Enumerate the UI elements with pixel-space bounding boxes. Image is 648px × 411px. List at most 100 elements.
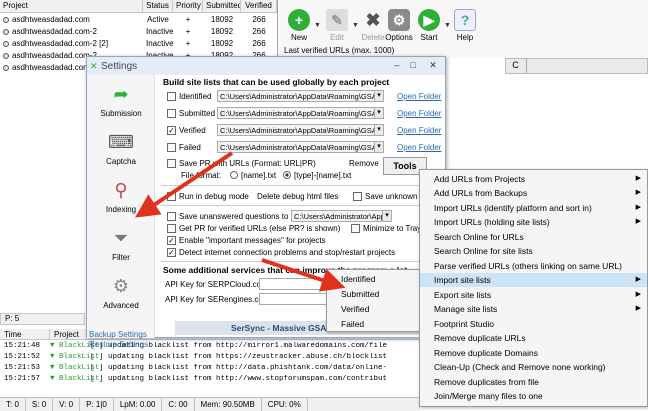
verified-path[interactable]: C:\Users\Administrator\AppData\Roaming\G…	[217, 124, 375, 136]
open-folder-link[interactable]: Open Folder	[397, 109, 441, 118]
col-submitted[interactable]: Submitted	[203, 0, 241, 12]
col-priority[interactable]: Priority	[173, 0, 203, 12]
sidebar-item-captcha[interactable]: ⌨ Captcha	[87, 129, 155, 167]
project-name: asdhtweasdadad.com-2	[12, 26, 97, 36]
col-project[interactable]: Project	[50, 329, 90, 339]
play-icon: ▶	[418, 9, 440, 31]
chevron-down-icon[interactable]: ▾	[374, 90, 384, 102]
chevron-down-icon[interactable]: ▾	[374, 124, 384, 136]
col-time[interactable]: Time	[0, 329, 50, 339]
log-row[interactable]: 15:21:57 ▼ BlackList[ ] updating blacklis…	[0, 373, 420, 384]
serpcloud-input[interactable]	[259, 278, 329, 290]
import-submenu: Identified Submitted Verified Failed	[326, 269, 420, 332]
format-type-name-radio[interactable]	[283, 171, 291, 179]
settings-app-icon: ✕	[90, 61, 98, 71]
start-button[interactable]: ▶ Start	[414, 9, 444, 42]
sidebar-item-indexing[interactable]: ⚲ Indexing	[87, 177, 155, 215]
chevron-right-icon: ▶	[635, 175, 641, 182]
table-row[interactable]: asdhtweasdadad.com-2 Inactive + 18092 26…	[0, 25, 277, 37]
new-button[interactable]: + New	[284, 9, 314, 42]
backup-settings-link[interactable]: Backup Settings	[89, 330, 155, 340]
open-folder-link[interactable]: Open Folder	[397, 143, 441, 152]
get-pr-checkbox[interactable]	[167, 224, 176, 233]
table-row[interactable]: asdhtweasdadad.com Active + 18092 266	[0, 13, 277, 25]
menu-item-import-urls-holding[interactable]: Import URLs (holding site lists) ▶	[420, 215, 647, 229]
menu-item-remove-dup-file[interactable]: Remove duplicates from file	[420, 375, 647, 389]
failed-label: Failed	[179, 143, 201, 152]
col-verified[interactable]: Verified	[241, 0, 277, 12]
project-status: Active	[147, 14, 169, 24]
save-unanswered-checkbox[interactable]	[167, 212, 176, 221]
options-button[interactable]: ⚙ Options	[384, 9, 414, 42]
submitted-checkbox[interactable]	[167, 109, 176, 118]
maximize-icon[interactable]: □	[407, 60, 419, 72]
submenu-item-failed[interactable]: Failed	[341, 319, 364, 329]
menu-item-search-online-sitelists[interactable]: Search Online for site lists	[420, 244, 647, 258]
funnel-icon: ⏷	[113, 227, 129, 248]
col-status[interactable]: Status	[143, 0, 173, 12]
col-project[interactable]: Project	[0, 0, 143, 12]
failed-path[interactable]: C:\Users\Administrator\AppData\Roaming\G…	[217, 141, 375, 153]
log-row[interactable]: 15:21:52 ▼ BlackList[ ] updating blacklis…	[0, 351, 420, 362]
menu-item-footprint-studio[interactable]: Footprint Studio	[420, 317, 647, 331]
identified-path[interactable]: C:\Users\Administrator\AppData\Roaming\G…	[217, 90, 375, 102]
edit-button[interactable]: ✎ Edit	[322, 9, 352, 42]
menu-item-search-online-urls[interactable]: Search Online for URLs	[420, 230, 647, 244]
menu-item-import-site-lists[interactable]: Import site lists ▶	[420, 273, 647, 287]
chevron-down-icon[interactable]: ▼	[314, 22, 321, 29]
submenu-item-verified[interactable]: Verified	[341, 304, 369, 314]
arrow-icon: ➦	[113, 83, 129, 104]
menu-item-import-urls-identify[interactable]: Import URLs (identify platform and sort …	[420, 201, 647, 215]
menu-label: Remove duplicate URLs	[434, 333, 526, 343]
log-row[interactable]: 15:21:53 ▼ BlackList[ ] updating blacklis…	[0, 362, 420, 373]
enable-messages-checkbox[interactable]: ✓	[167, 236, 176, 245]
settings-titlebar[interactable]: ✕ Settings – □ ✕	[87, 57, 445, 75]
submenu-item-submitted[interactable]: Submitted	[341, 289, 379, 299]
submenu-item-identified[interactable]: Identified	[341, 274, 376, 284]
menu-item-clean-up[interactable]: Clean-Up (Check and Remove none working)	[420, 360, 647, 374]
menu-item-add-urls-projects[interactable]: Add URLs from Projects ▶	[420, 172, 647, 186]
menu-item-manage-site-lists[interactable]: Manage site lists ▶	[420, 302, 647, 316]
failed-checkbox[interactable]	[167, 143, 176, 152]
table-row[interactable]: asdhtweasdadad.com-2 [2] Inactive + 1809…	[0, 37, 277, 49]
menu-item-remove-dup-urls[interactable]: Remove duplicate URLs	[420, 331, 647, 345]
help-button[interactable]: ? Help	[450, 9, 480, 42]
sidebar-item-filter[interactable]: ⏷ Filter	[87, 225, 155, 263]
delete-debug-label[interactable]: Delete debug html files	[257, 192, 338, 201]
gear-icon: ⚙	[112, 275, 130, 296]
minimize-icon[interactable]: –	[391, 60, 403, 72]
save-unknown-checkbox[interactable]	[353, 192, 362, 201]
submitted-path[interactable]: C:\Users\Administrator\AppData\Roaming\G…	[217, 107, 375, 119]
chevron-down-icon[interactable]: ▾	[374, 141, 384, 153]
col-c[interactable]: C	[505, 58, 527, 74]
unanswered-path[interactable]: C:\Users\Administrator\AppData\	[291, 210, 383, 222]
menu-item-join-merge[interactable]: Join/Merge many files to one	[420, 389, 647, 403]
menu-item-add-urls-backups[interactable]: Add URLs from Backups ▶	[420, 186, 647, 200]
restore-settings-link[interactable]: Restore Settings	[89, 340, 155, 350]
open-folder-link[interactable]: Open Folder	[397, 126, 441, 135]
serengines-input[interactable]	[259, 293, 329, 305]
sidebar-item-submission[interactable]: ➦ Submission	[87, 81, 155, 119]
site-lists-heading: Build site lists that can be used global…	[163, 77, 390, 87]
project-name: asdhtweasdadad.com	[12, 62, 90, 72]
save-pr-label: Save PR with URLs (Format: URL|PR)	[179, 159, 316, 168]
minimize-tray-checkbox[interactable]	[351, 224, 360, 233]
close-icon: ✖	[365, 9, 381, 30]
debug-checkbox[interactable]	[167, 192, 176, 201]
save-pr-checkbox[interactable]	[167, 159, 176, 168]
menu-item-parse-verified[interactable]: Parse verified URLs (others linking on s…	[420, 259, 647, 273]
identified-checkbox[interactable]	[167, 92, 176, 101]
close-icon[interactable]: ✕	[427, 60, 439, 72]
format-name-radio[interactable]	[230, 171, 238, 179]
log-message: [ ] updating blacklist from http://www.s…	[90, 374, 388, 383]
magnifier-icon: ⚲	[114, 179, 128, 200]
menu-item-export-site-lists[interactable]: Export site lists ▶	[420, 288, 647, 302]
open-folder-link[interactable]: Open Folder	[397, 92, 441, 101]
detect-connection-checkbox[interactable]: ✓	[167, 248, 176, 257]
log-row[interactable]: 15:21:48 ▼ BlackList[ ] updating blacklis…	[0, 340, 420, 351]
sidebar-item-advanced[interactable]: ⚙ Advanced	[87, 273, 155, 311]
chevron-down-icon[interactable]: ▾	[374, 107, 384, 119]
chevron-down-icon[interactable]: ▾	[382, 210, 392, 222]
verified-checkbox[interactable]: ✓	[167, 126, 176, 135]
menu-item-remove-dup-domains[interactable]: Remove duplicate Domains	[420, 346, 647, 360]
